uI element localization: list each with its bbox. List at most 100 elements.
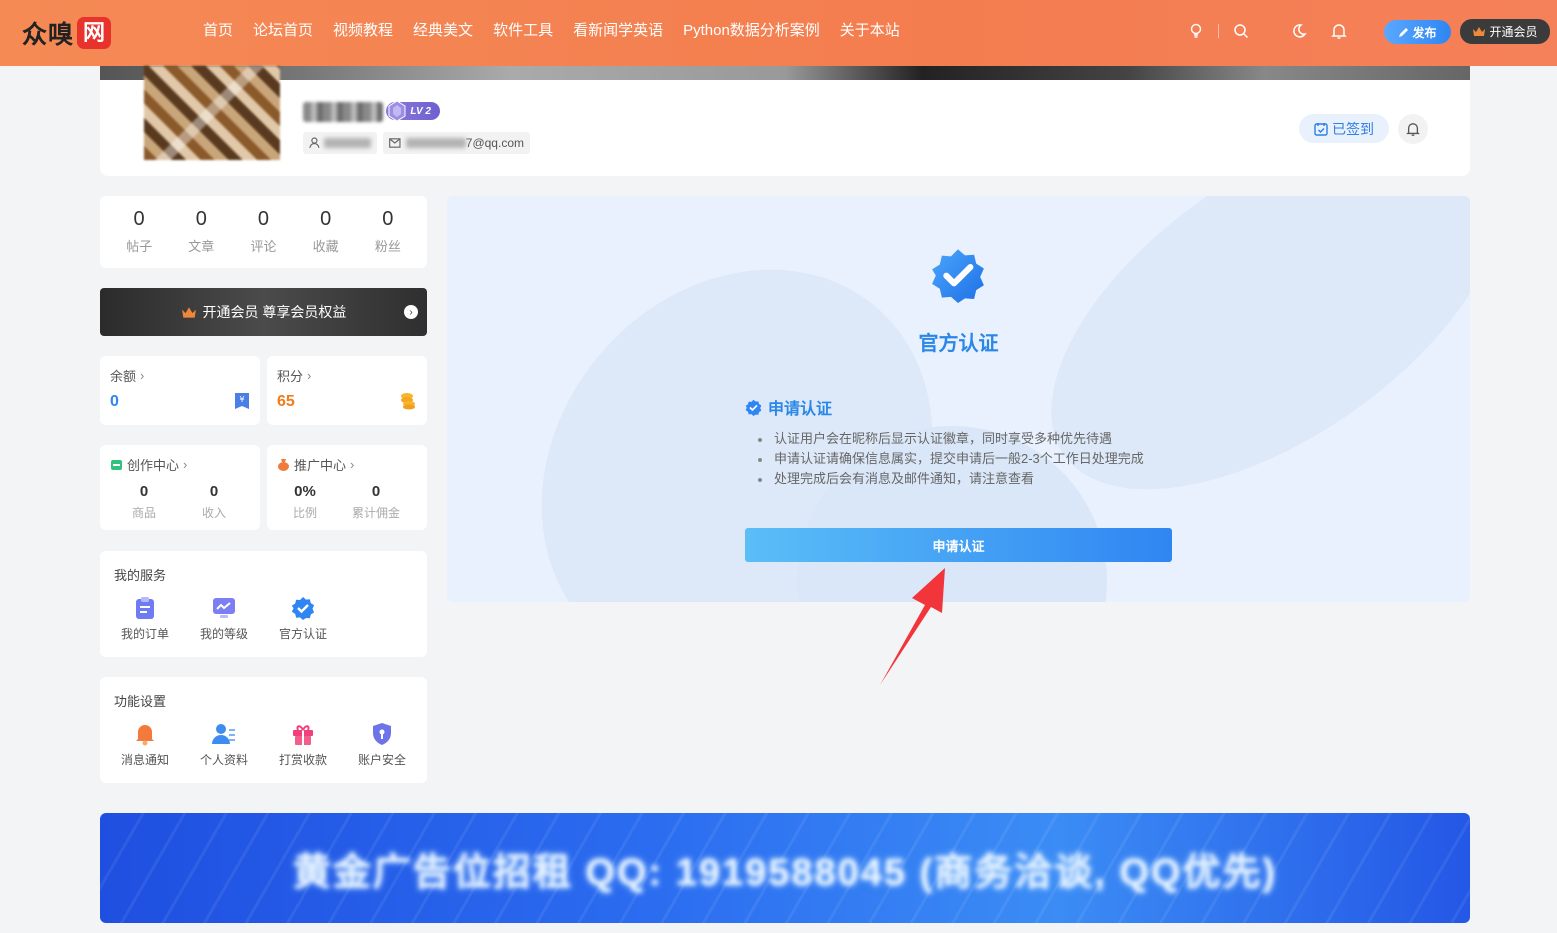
setting-donations[interactable]: 打赏收款: [263, 721, 343, 768]
note-item: 处理完成后会有消息及邮件通知，请注意查看: [758, 469, 1144, 489]
checkin-label: 已签到: [1332, 120, 1374, 137]
services-title: 我的服务: [114, 568, 167, 583]
page-title: 官方认证: [918, 333, 999, 355]
stat-label: 文章: [188, 239, 215, 254]
ratio-value: 0%: [294, 483, 316, 500]
points-value: 65: [277, 393, 295, 410]
nav-software[interactable]: 软件工具: [493, 20, 553, 42]
site-logo[interactable]: 众嗅 网: [22, 16, 112, 50]
verified-badge-icon: [745, 399, 762, 416]
stat-label: 评论: [250, 239, 277, 254]
logo-text: 众嗅: [22, 21, 75, 49]
nav-english[interactable]: 看新闻学英语: [573, 20, 663, 42]
service-orders[interactable]: 我的订单: [105, 595, 185, 642]
points-label: 积分: [277, 369, 304, 384]
vip-promo-banner[interactable]: 开通会员 尊享会员权益 ›: [100, 288, 427, 336]
settings-card: 功能设置 消息通知 个人资料 打赏收款 账户安全: [100, 677, 427, 783]
nav-forum[interactable]: 论坛首页: [253, 20, 313, 42]
nav-video[interactable]: 视频教程: [333, 20, 393, 42]
nav-articles[interactable]: 经典美文: [413, 20, 473, 42]
ad-banner[interactable]: 黄金广告位招租 QQ: 1919588045 (商务洽谈, QQ优先): [100, 813, 1470, 923]
stat-favorites[interactable]: 0 收藏: [313, 196, 339, 268]
commission-value: 0: [371, 483, 381, 500]
money-bag-icon: [278, 459, 289, 471]
creation-center-card[interactable]: 创作中心 › 0 商品 0 收入: [100, 445, 260, 530]
balance-label: 余额: [110, 369, 137, 384]
settings-title: 功能设置: [114, 694, 167, 709]
chevron-right-icon: ›: [183, 457, 188, 472]
search-icon[interactable]: [1231, 20, 1251, 42]
service-verify[interactable]: 官方认证: [263, 595, 343, 642]
red-arrow-annotation: [880, 568, 945, 685]
calendar-check-icon: [1314, 122, 1328, 136]
username-blurred: [303, 102, 383, 122]
points-card[interactable]: 积分 › 65: [267, 356, 427, 425]
verified-badge-icon: [291, 597, 315, 620]
arrow-right-icon: ›: [404, 305, 418, 319]
nav-about[interactable]: 关于本站: [840, 20, 900, 42]
promotion-center-card[interactable]: 推广中心 › 0% 比例 0 累计佣金: [267, 445, 427, 530]
stat-articles[interactable]: 0 文章: [188, 196, 214, 268]
header-divider: [1218, 24, 1219, 38]
stat-posts[interactable]: 0 帖子: [126, 196, 152, 268]
lightbulb-icon[interactable]: [1186, 20, 1206, 42]
stat-comments[interactable]: 0 评论: [250, 196, 276, 268]
apply-verification-button[interactable]: 申请认证: [745, 528, 1172, 562]
setting-notifications[interactable]: 消息通知: [105, 721, 185, 768]
chevron-right-icon: ›: [350, 457, 355, 472]
note-item: 认证用户会在昵称后显示认证徽章，同时享受多种优先待遇: [758, 429, 1144, 449]
bell-icon: [1406, 122, 1420, 136]
profile-card: [100, 80, 1470, 176]
user-icon: [309, 137, 320, 149]
pencil-icon: [1399, 27, 1409, 37]
stat-value: 0: [195, 208, 207, 230]
my-services-card: 我的服务 我的订单 我的等级 官方认证: [100, 551, 427, 657]
setting-security[interactable]: 账户安全: [342, 721, 422, 768]
main-nav: 首页 论坛首页 视频教程 经典美文 软件工具 看新闻学英语 Python数据分析…: [203, 20, 920, 42]
top-navbar: 众嗅 网 首页 论坛首页 视频教程 经典美文 软件工具 看新闻学英语 Pytho…: [0, 0, 1557, 66]
cover-image: [100, 66, 1470, 80]
verification-notes: 认证用户会在昵称后显示认证徽章，同时享受多种优先待遇 申请认证请确保信息属实，提…: [758, 429, 1144, 489]
email-blurred: [405, 138, 466, 148]
avatar[interactable]: [144, 66, 280, 160]
income-label: 收入: [201, 506, 226, 520]
stat-value: 0: [257, 208, 270, 230]
chevron-right-icon: ›: [140, 368, 145, 383]
chevron-right-icon: ›: [307, 368, 312, 383]
service-level[interactable]: 我的等级: [184, 595, 264, 642]
header-icons: [1186, 20, 1349, 42]
coins-icon: [401, 393, 415, 410]
stat-fans[interactable]: 0 粉丝: [375, 196, 401, 268]
moon-icon[interactable]: [1289, 20, 1309, 42]
setting-label: 个人资料: [199, 753, 248, 767]
store-icon: [111, 459, 122, 470]
user-stats: 0 帖子 0 文章 0 评论 0 收藏 0 粉丝: [100, 196, 427, 268]
stat-value: 0: [133, 208, 145, 230]
income-value: 0: [209, 483, 219, 500]
notification-button[interactable]: [1398, 114, 1428, 144]
verification-panel: 官方认证 申请认证 认证用户会在昵称后显示认证徽章，同时享受多种优先待遇 申请认…: [447, 196, 1470, 602]
ad-text-blurred: 黄金广告位招租 QQ: 1919588045 (商务洽谈, QQ优先): [292, 851, 1278, 894]
publish-button[interactable]: 发布: [1384, 20, 1451, 44]
setting-label: 消息通知: [120, 753, 169, 767]
bell-icon[interactable]: [1329, 20, 1349, 42]
wallet-icon: ¥: [235, 393, 249, 409]
promotion-commission: 0 累计佣金: [349, 483, 403, 521]
header-vip-button[interactable]: 开通会员: [1460, 19, 1550, 44]
balance-card[interactable]: 余额 › 0 ¥: [100, 356, 260, 425]
setting-profile[interactable]: 个人资料: [184, 721, 264, 768]
user-id-chip: [303, 132, 377, 154]
note-item: 申请认证请确保信息属实，提交申请后一般2-3个工作日处理完成: [758, 449, 1144, 469]
stat-label: 帖子: [126, 239, 153, 254]
nav-home[interactable]: 首页: [203, 20, 233, 42]
mail-icon: [389, 138, 401, 148]
nav-python[interactable]: Python数据分析案例: [683, 20, 820, 42]
apply-heading: 申请认证: [745, 395, 832, 419]
crown-icon: [181, 306, 196, 318]
logo-badge: 网: [77, 17, 112, 49]
level-chart-icon: [213, 598, 235, 618]
creation-income: 0 收入: [194, 483, 234, 521]
checkin-button[interactable]: 已签到: [1299, 114, 1389, 143]
level-gem-icon: [388, 100, 406, 122]
service-label: 官方认证: [278, 627, 327, 641]
